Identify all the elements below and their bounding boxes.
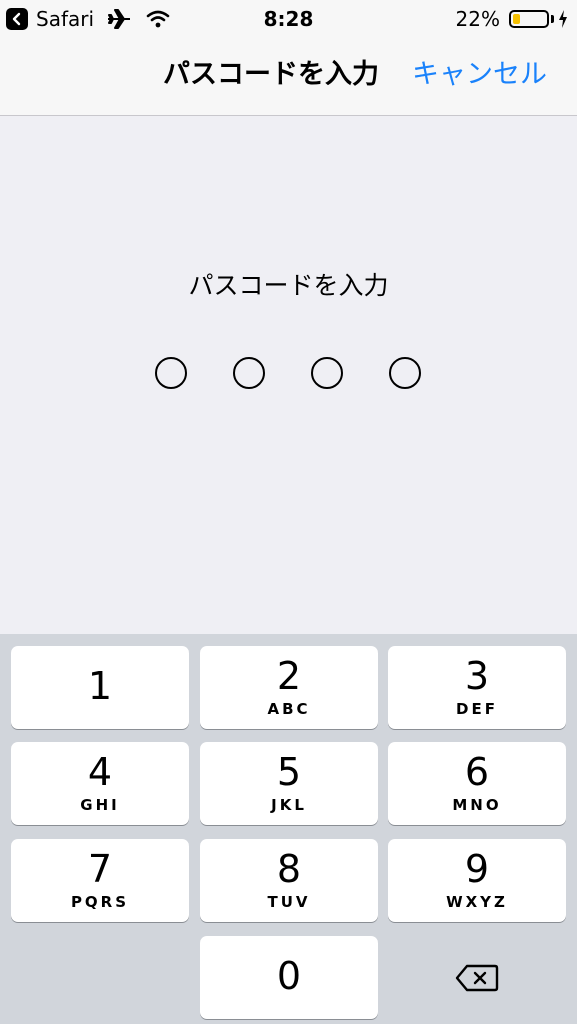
battery-icon [509, 10, 549, 28]
status-bar: Safari 8:28 22% [0, 0, 577, 38]
key-5[interactable]: 5 JKL [200, 742, 378, 825]
key-digit: 3 [464, 654, 490, 698]
key-digit: 4 [87, 750, 113, 794]
key-4[interactable]: 4 GHI [11, 742, 189, 825]
key-letters: TUV [267, 893, 311, 911]
passcode-dots [0, 357, 577, 393]
key-digit: 8 [276, 847, 302, 891]
cancel-button[interactable]: キャンセル [412, 56, 547, 94]
key-letters: MNO [452, 796, 502, 814]
key-letters: ABC [267, 700, 311, 718]
key-9[interactable]: 9 WXYZ [388, 839, 566, 922]
key-letters: DEF [456, 700, 498, 718]
battery-fill [513, 14, 520, 24]
nav-title: パスコードを入力 [163, 59, 379, 90]
key-digit: 7 [87, 847, 113, 891]
key-digit: 0 [276, 954, 302, 998]
passcode-dot [389, 357, 421, 389]
passcode-prompt: パスコードを入力 [188, 271, 389, 300]
key-letters: PQRS [70, 893, 130, 911]
numeric-keypad: 1 2 ABC 3 DEF 4 GHI 5 JKL 6 MNO 7 PQRS 8… [0, 634, 577, 1024]
key-0[interactable]: 0 [200, 936, 378, 1019]
key-6[interactable]: 6 MNO [388, 742, 566, 825]
key-2[interactable]: 2 ABC [200, 646, 378, 729]
passcode-screen: Safari 8:28 22% パスコードを入力 キャンセル パスコードを入力 [0, 0, 577, 1024]
passcode-dot [155, 357, 187, 389]
key-digit: 5 [276, 750, 302, 794]
delete-backspace-icon [455, 964, 499, 991]
key-digit: 2 [276, 654, 302, 698]
key-digit: 9 [464, 847, 490, 891]
key-digit: 1 [87, 664, 113, 708]
key-digit: 6 [464, 750, 490, 794]
key-7[interactable]: 7 PQRS [11, 839, 189, 922]
key-8[interactable]: 8 TUV [200, 839, 378, 922]
navigation-bar: パスコードを入力 キャンセル [0, 38, 577, 116]
key-1[interactable]: 1 [11, 646, 189, 729]
delete-key[interactable] [388, 936, 566, 1019]
key-letters: JKL [271, 796, 307, 814]
battery-tip [551, 15, 554, 23]
passcode-dot [311, 357, 343, 389]
key-letters: GHI [80, 796, 120, 814]
passcode-dot [233, 357, 265, 389]
battery-percent: 22% [455, 7, 500, 31]
key-letters: WXYZ [446, 893, 508, 911]
charging-bolt-icon [559, 10, 567, 28]
key-3[interactable]: 3 DEF [388, 646, 566, 729]
